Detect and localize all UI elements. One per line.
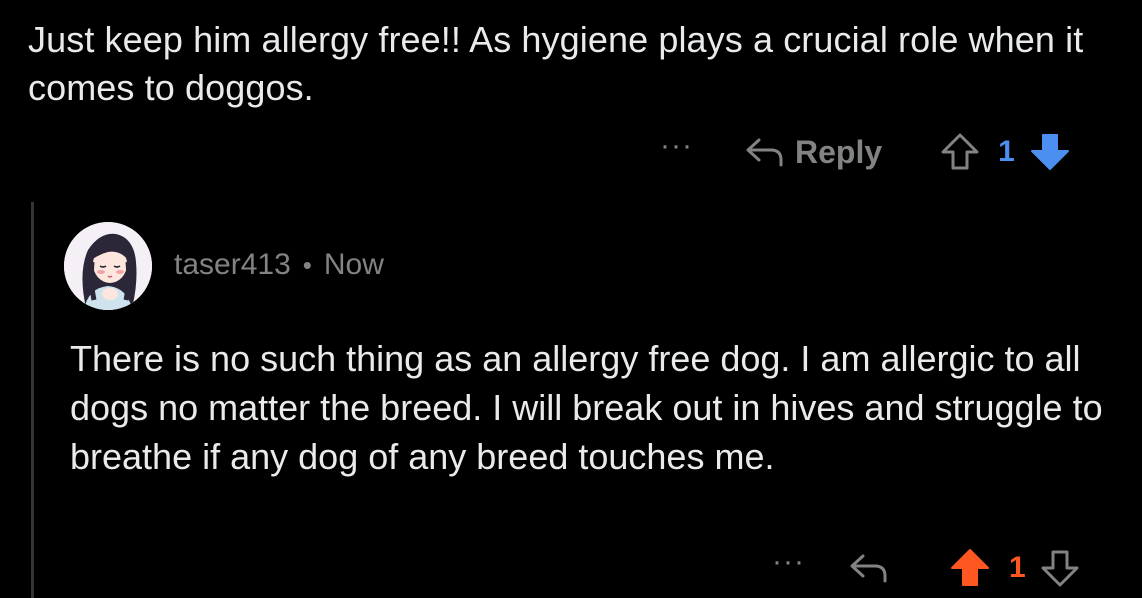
user-avatar[interactable] <box>64 222 152 310</box>
parent-vote-score: 1 <box>998 135 1015 168</box>
downvote-outline-icon[interactable] <box>1040 548 1080 588</box>
parent-comment-body: Just keep him allergy free!! As hygiene … <box>28 19 1084 108</box>
child-comment-actions: ··· 1 <box>772 544 1080 592</box>
child-reply-button[interactable] <box>849 551 889 585</box>
reply-arrow-icon <box>849 551 889 585</box>
thread-line[interactable] <box>31 202 34 598</box>
reply-arrow-icon <box>745 135 785 169</box>
comment-meta: taser413 • Now <box>174 248 384 282</box>
parent-reply-button[interactable]: Reply <box>745 134 882 171</box>
meta-separator: • <box>302 249 312 280</box>
timestamp: Now <box>323 248 384 281</box>
username[interactable]: taser413 <box>174 248 291 282</box>
parent-reply-label: Reply <box>794 133 883 170</box>
parent-more-options-button[interactable]: ··· <box>660 131 693 161</box>
child-comment-body: There is no such thing as an allergy fre… <box>70 338 1103 477</box>
child-vote-group: 1 <box>949 547 1080 589</box>
child-more-options-button[interactable]: ··· <box>772 547 805 577</box>
upvote-outline-icon[interactable] <box>940 132 980 172</box>
parent-vote-group: 1 <box>940 131 1071 173</box>
child-vote-score: 1 <box>1008 551 1026 584</box>
downvote-filled-blue-icon[interactable] <box>1029 131 1071 173</box>
parent-comment-actions: ··· Reply 1 <box>660 128 1071 176</box>
upvote-filled-orange-icon[interactable] <box>949 547 991 589</box>
